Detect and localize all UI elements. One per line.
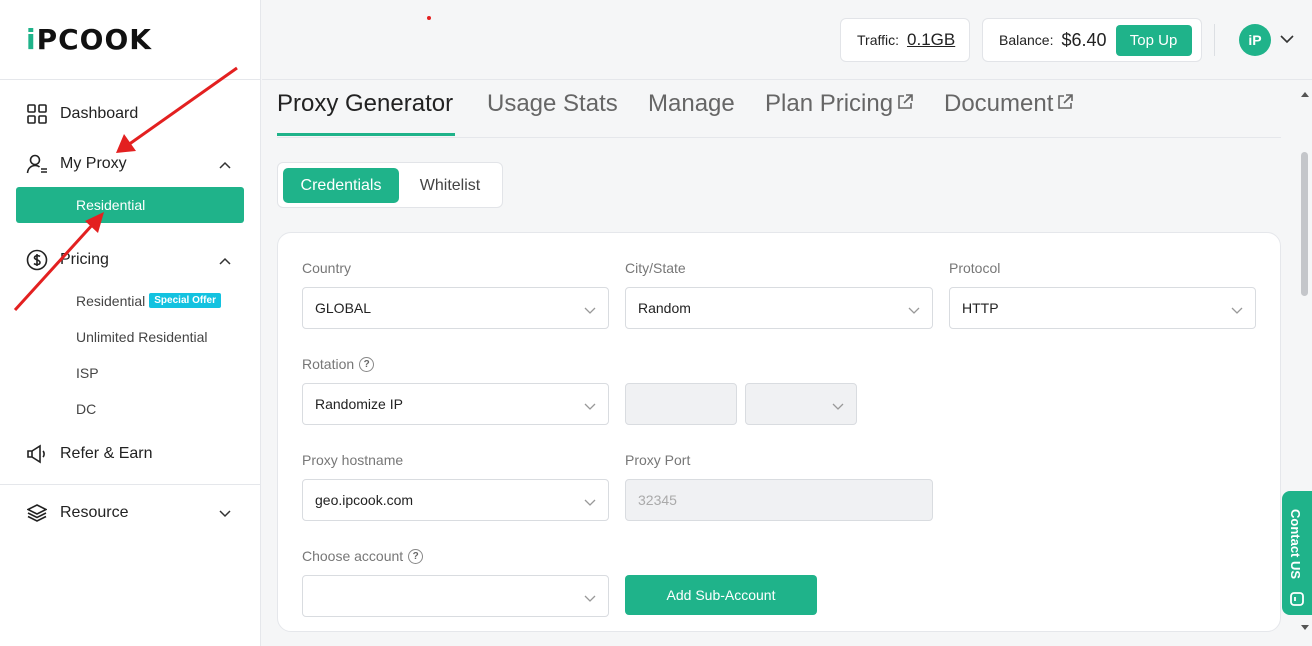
sidebar-subitem-dc[interactable]: DC — [76, 401, 96, 417]
chevron-down-icon — [1231, 302, 1243, 318]
tab-manage[interactable]: Manage — [648, 90, 735, 118]
chevron-down-icon[interactable] — [218, 507, 232, 521]
tab-label: Document — [944, 90, 1054, 117]
sidebar-item-label: Pricing — [60, 251, 109, 268]
chevron-up-icon[interactable] — [218, 254, 232, 268]
hostname-value: geo.ipcook.com — [315, 492, 414, 508]
balance-indicator: Balance: $6.40 Top Up — [982, 18, 1202, 62]
annotation-dot — [427, 16, 431, 20]
traffic-label: Traffic: — [857, 32, 900, 48]
contact-us-label: Contact US — [1288, 509, 1303, 580]
account-select[interactable] — [302, 575, 609, 617]
chevron-down-icon — [584, 302, 596, 318]
sidebar-divider — [0, 484, 261, 485]
chat-icon — [1289, 591, 1305, 612]
chevron-down-icon — [584, 590, 596, 606]
mode-switch: Credentials Whitelist — [277, 162, 503, 208]
logo[interactable]: iPCOOK — [0, 0, 260, 80]
chevron-down-icon[interactable] — [1280, 31, 1294, 49]
sidebar-item-label: Resource — [60, 504, 129, 521]
credentials-tab[interactable]: Credentials — [283, 168, 399, 203]
protocol-value: HTTP — [962, 300, 999, 316]
add-sub-account-button[interactable]: Add Sub-Account — [625, 575, 817, 615]
city-label: City/State — [625, 260, 686, 276]
hostname-select[interactable]: geo.ipcook.com — [302, 479, 609, 521]
external-link-icon — [1056, 90, 1074, 118]
country-select[interactable]: GLOBAL — [302, 287, 609, 329]
city-select[interactable]: Random — [625, 287, 933, 329]
sidebar-item-label: My Proxy — [60, 155, 127, 172]
scroll-up-icon[interactable] — [1301, 84, 1309, 102]
avatar[interactable]: iP — [1239, 24, 1271, 56]
chevron-down-icon — [584, 398, 596, 414]
sidebar-subitem-label: Residential — [76, 293, 146, 309]
sidebar-item-my-proxy[interactable]: My Proxy — [26, 153, 127, 175]
city-value: Random — [638, 300, 691, 316]
scroll-down-icon[interactable] — [1301, 618, 1309, 636]
contact-us-button[interactable]: Contact US — [1282, 491, 1312, 615]
sidebar-item-refer-earn[interactable]: Refer & Earn — [26, 443, 152, 465]
protocol-label: Protocol — [949, 260, 1001, 276]
balance-value: $6.40 — [1061, 29, 1107, 50]
tab-proxy-generator[interactable]: Proxy Generator — [277, 90, 453, 118]
tab-plan-pricing[interactable]: Plan Pricing — [765, 90, 914, 118]
sidebar-subitem-unlimited-residential[interactable]: Unlimited Residential — [76, 329, 208, 345]
hostname-label: Proxy hostname — [302, 452, 404, 468]
layers-icon — [26, 502, 48, 524]
tab-label: Plan Pricing — [765, 90, 894, 117]
balance-label: Balance: — [999, 32, 1054, 48]
tab-usage-stats[interactable]: Usage Stats — [487, 90, 618, 118]
rotation-label-text: Rotation — [302, 356, 355, 372]
special-offer-badge: Special Offer — [149, 293, 221, 308]
port-input: 32345 — [625, 479, 933, 521]
user-icon — [26, 153, 48, 175]
sidebar-subitem-pricing-residential[interactable]: Residential Special Offer — [76, 293, 221, 311]
sidebar-item-resource[interactable]: Resource — [26, 502, 128, 524]
country-label: Country — [302, 260, 352, 276]
rotation-unit-select — [745, 383, 857, 425]
dollar-circle-icon — [26, 249, 48, 271]
rotation-value: Randomize IP — [315, 396, 403, 412]
top-up-button[interactable]: Top Up — [1115, 24, 1192, 56]
protocol-select[interactable]: HTTP — [949, 287, 1256, 329]
port-label: Proxy Port — [625, 452, 691, 468]
chevron-down-icon — [908, 302, 920, 318]
topbar-separator — [1214, 24, 1215, 56]
logo-wordmark: PCOOK — [36, 23, 152, 56]
rotation-duration-input — [625, 383, 737, 425]
chevron-down-icon — [832, 398, 844, 414]
tab-document[interactable]: Document — [944, 90, 1074, 118]
sidebar-item-label: Dashboard — [60, 105, 139, 122]
grid-icon — [26, 103, 48, 125]
rotation-select[interactable]: Randomize IP — [302, 383, 609, 425]
help-icon[interactable]: ? — [408, 548, 424, 564]
chevron-down-icon — [584, 494, 596, 510]
sidebar-subitem-residential[interactable]: Residential — [16, 187, 244, 223]
sidebar-item-pricing[interactable]: Pricing — [26, 249, 109, 271]
sidebar-item-label: Refer & Earn — [60, 445, 153, 462]
help-icon[interactable]: ? — [359, 356, 375, 372]
account-label: Choose account ? — [302, 548, 424, 564]
megaphone-icon — [26, 443, 48, 465]
country-value: GLOBAL — [315, 300, 372, 316]
scrollbar-thumb[interactable] — [1301, 152, 1308, 296]
chevron-up-icon[interactable] — [218, 158, 232, 172]
whitelist-tab[interactable]: Whitelist — [403, 168, 497, 203]
account-label-text: Choose account — [302, 548, 404, 564]
main-tabs: Proxy Generator Usage Stats Manage Plan … — [277, 84, 1281, 138]
logo-letter: i — [26, 23, 37, 56]
sidebar-subitem-isp[interactable]: ISP — [76, 365, 99, 381]
active-tab-indicator — [277, 133, 455, 136]
rotation-label: Rotation ? — [302, 356, 375, 372]
sidebar-item-dashboard[interactable]: Dashboard — [26, 103, 138, 125]
sidebar: iPCOOK Dashboard My Proxy Residential Pr… — [0, 0, 261, 646]
external-link-icon — [896, 90, 914, 118]
traffic-indicator: Traffic: 0.1GB — [840, 18, 970, 62]
traffic-value[interactable]: 0.1GB — [907, 30, 955, 50]
